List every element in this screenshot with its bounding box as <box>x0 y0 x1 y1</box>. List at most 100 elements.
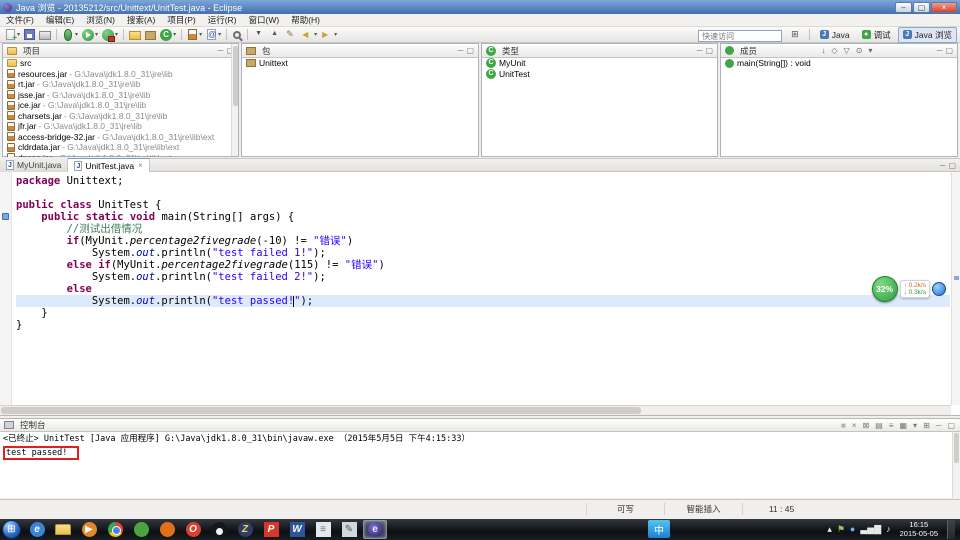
close-button[interactable]: × <box>931 2 957 13</box>
tree-item[interactable]: cldrdata.jar - G:\Java\jdk1.8.0_31\jre\l… <box>3 142 238 153</box>
minimize-button[interactable]: – <box>895 2 912 13</box>
show-hidden-icons-button[interactable]: ▴ <box>827 520 832 539</box>
overview-ruler[interactable] <box>951 172 960 405</box>
projects-view-header[interactable]: 项目 ─▢ <box>3 44 238 58</box>
tree-item[interactable]: jsse.jar - G:\Java\jdk1.8.0_31\jre\lib <box>3 90 238 101</box>
menu-item[interactable]: 搜索(A) <box>121 14 161 27</box>
tree-item[interactable]: CMyUnit <box>482 58 717 69</box>
code-line[interactable]: System.out.println("test failed 1!"); <box>16 247 950 259</box>
ime-indicator[interactable]: 中 <box>648 520 670 538</box>
console-body[interactable]: <已终止> UnitTest [Java 应用程序] G:\Java\jdk1.… <box>0 432 960 498</box>
maximize-button[interactable]: ▢ <box>946 421 956 430</box>
assistant-ball-icon[interactable] <box>932 282 946 296</box>
360-browser-icon[interactable] <box>129 520 153 539</box>
chrome-icon[interactable] <box>103 520 127 539</box>
next-annotation-button[interactable] <box>251 28 267 42</box>
minimize-button[interactable]: ─ <box>935 421 943 430</box>
tree-item[interactable]: access-bridge-32.jar - G:\Java\jdk1.8.0_… <box>3 132 238 143</box>
console-header[interactable]: 控制台 ■×⊠▤≡▦▾⊞─▢ <box>0 419 960 432</box>
tree-item[interactable]: main(String[]) : void <box>721 58 957 69</box>
perspective-java-button[interactable]: JJava <box>815 28 855 42</box>
maximize-button[interactable]: ▢ <box>466 46 474 55</box>
new-package-button[interactable] <box>143 28 158 42</box>
qq-icon[interactable] <box>207 520 231 539</box>
close-tab-icon[interactable]: × <box>138 161 143 170</box>
tree-item[interactable]: charsets.jar - G:\Java\jdk1.8.0_31\jre\l… <box>3 111 238 122</box>
menu-item[interactable]: 浏览(N) <box>80 14 121 27</box>
menu-item[interactable]: 帮助(H) <box>285 14 326 27</box>
paint-icon[interactable]: ✎ <box>337 520 361 539</box>
new-class-button[interactable]: ▾ <box>158 28 178 42</box>
net-speed-monitor[interactable]: 32% ↑ 0.2k/s ↓ 0.3k/s <box>872 276 946 302</box>
search-button[interactable] <box>230 28 244 42</box>
code-line[interactable]: } <box>16 307 950 319</box>
prev-annotation-button[interactable] <box>267 28 283 42</box>
minimize-button[interactable]: ─ <box>940 161 946 170</box>
thunder-icon[interactable]: Z <box>233 520 257 539</box>
tree-item[interactable]: Unittext <box>242 58 478 69</box>
hide-static-members-button[interactable]: ▽ <box>843 46 851 55</box>
scroll-lock-button[interactable]: ≡ <box>888 421 895 430</box>
eclipse-icon[interactable]: e <box>363 520 387 539</box>
opera-icon[interactable]: O <box>181 520 205 539</box>
open-perspective-button[interactable]: ⊞ <box>786 27 804 42</box>
tree-item[interactable]: resources.jar - G:\Java\jdk1.8.0_31\jre\… <box>3 69 238 80</box>
members-view-header[interactable]: 成员 ↓◇▽⊙▾ ─▢ <box>721 44 957 58</box>
new-wizard-button[interactable]: ▾ <box>3 28 22 42</box>
tree-item[interactable]: jce.jar - G:\Java\jdk1.8.0_31\jre\lib <box>3 100 238 111</box>
code-area[interactable]: package Unittext; public class UnitTest … <box>16 175 950 331</box>
firefox-icon[interactable] <box>155 520 179 539</box>
code-line[interactable]: package Unittext; <box>16 175 950 187</box>
tree-item[interactable]: CUnitTest <box>482 69 717 80</box>
minimize-button[interactable]: ─ <box>937 46 943 55</box>
maximize-button[interactable]: ▢ <box>945 46 953 55</box>
notepad-icon[interactable]: ≡ <box>311 520 335 539</box>
projects-scrollbar[interactable] <box>231 44 238 156</box>
word-icon[interactable]: W <box>285 520 309 539</box>
clear-console-button[interactable]: ▤ <box>874 421 884 430</box>
menu-item[interactable]: 编辑(E) <box>40 14 80 27</box>
maximize-button[interactable]: ▢ <box>913 2 930 13</box>
sort-button[interactable]: ↓ <box>820 46 826 55</box>
code-line[interactable]: System.out.println("test passed!"); <box>16 295 950 307</box>
back-button[interactable]: ▾ <box>299 28 319 42</box>
explorer-icon[interactable] <box>51 520 75 539</box>
view-menu-button[interactable]: ▾ <box>867 46 873 55</box>
hide-fields-button[interactable]: ◇ <box>830 46 838 55</box>
menu-item[interactable]: 窗口(W) <box>243 14 286 27</box>
terminate-button[interactable]: ■ <box>840 421 847 430</box>
network-icon[interactable]: ▃▅▇ <box>860 520 881 539</box>
packages-view-header[interactable]: 包 ─▢ <box>242 44 478 58</box>
code-line[interactable]: else <box>16 283 950 295</box>
menu-item[interactable]: 运行(R) <box>202 14 243 27</box>
last-edit-location-button[interactable] <box>283 28 299 42</box>
code-line[interactable]: else if(MyUnit.percentage2fivegrade(115)… <box>16 259 950 271</box>
media-player-icon[interactable]: ▶ <box>77 520 101 539</box>
javadoc-button[interactable]: ▾ <box>204 28 223 42</box>
pin-console-button[interactable]: ▦ <box>898 421 908 430</box>
minimize-button[interactable]: ─ <box>458 46 464 55</box>
debug-button[interactable]: ▾ <box>60 28 80 42</box>
editor[interactable]: package Unittext; public class UnitTest … <box>0 172 960 416</box>
ie-icon[interactable]: e <box>25 520 49 539</box>
safety-tray-icon[interactable]: ⚑ <box>837 520 845 539</box>
perspective-java-browsing-button[interactable]: JJava 浏览 <box>898 27 957 43</box>
minimize-button[interactable]: ─ <box>218 46 224 55</box>
run-button[interactable]: ▾ <box>80 28 100 42</box>
hide-nonpublic-members-button[interactable]: ⊙ <box>855 46 864 55</box>
forward-button[interactable]: ▾ <box>319 28 339 42</box>
types-view-header[interactable]: C 类型 ─▢ <box>482 44 717 58</box>
quick-access-input[interactable] <box>698 30 782 42</box>
code-line[interactable]: public class UnitTest { <box>16 199 950 211</box>
print-button[interactable] <box>37 28 53 42</box>
display-selected-console-button[interactable]: ▾ <box>912 421 918 430</box>
show-desktop-button[interactable] <box>947 520 955 539</box>
taskbar-clock[interactable]: 16:15 2015-05-05 <box>896 521 942 538</box>
remove-all-launches-button[interactable]: ⊠ <box>862 421 871 430</box>
tree-item[interactable]: rt.jar - G:\Java\jdk1.8.0_31\jre\lib <box>3 79 238 90</box>
editor-tab[interactable]: JUnitTest.java× <box>68 158 149 172</box>
menu-item[interactable]: 项目(P) <box>161 14 201 27</box>
tree-item[interactable]: dnsns.jar - G:\Java\jdk1.8.0_31\jre\lib\… <box>3 153 238 158</box>
code-line[interactable]: //测试出借情况 <box>16 223 950 235</box>
code-line[interactable]: System.out.println("test failed 2!"); <box>16 271 950 283</box>
